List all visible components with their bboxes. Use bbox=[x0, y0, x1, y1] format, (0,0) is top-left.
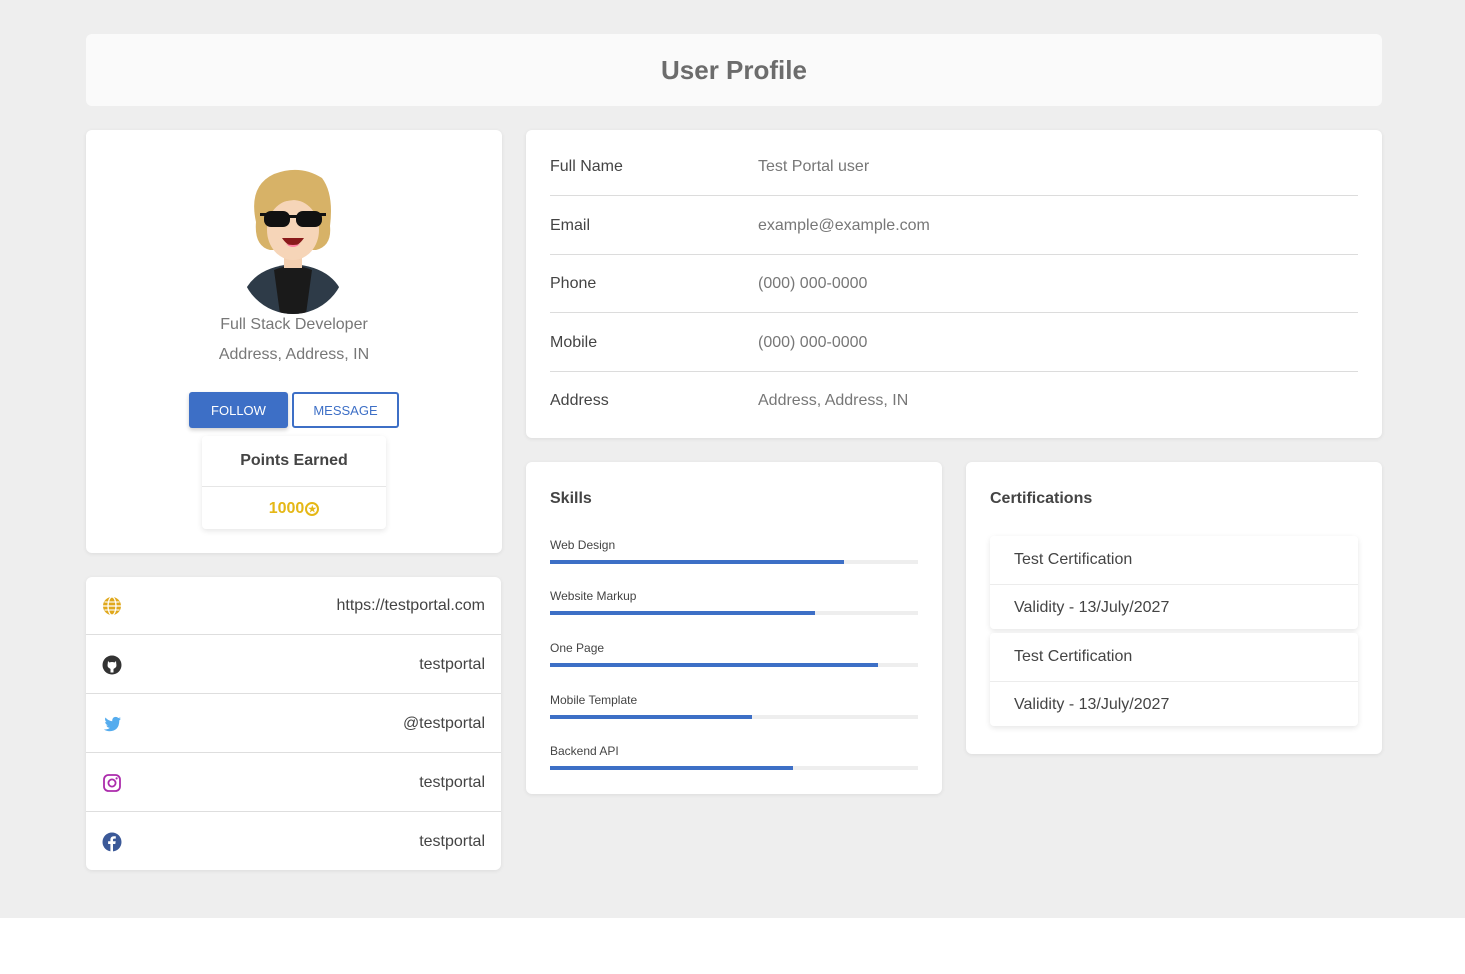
skill-progress-fill bbox=[550, 766, 793, 770]
skill-progress-track bbox=[550, 611, 918, 615]
skill-item: Mobile Template bbox=[550, 693, 918, 719]
social-row-facebook[interactable]: testportal bbox=[86, 813, 501, 871]
instagram-icon bbox=[103, 773, 121, 792]
details-card: Full Name Test Portal user Email example… bbox=[526, 130, 1382, 438]
skill-progress-track bbox=[550, 766, 918, 770]
skill-progress-fill bbox=[550, 611, 815, 615]
points-value: 1000 bbox=[268, 499, 305, 517]
detail-value: (000) 000-0000 bbox=[758, 333, 868, 351]
certification-name: Test Certification bbox=[990, 536, 1358, 585]
social-value[interactable]: https://testportal.com bbox=[336, 597, 485, 615]
detail-label: Address bbox=[550, 392, 609, 409]
follow-button[interactable]: FOLLOW bbox=[189, 392, 288, 428]
social-links-card: https://testportal.com testportal @testp… bbox=[86, 577, 501, 870]
skill-name: Mobile Template bbox=[550, 693, 638, 707]
page-title: User Profile bbox=[661, 54, 807, 85]
skill-name: Website Markup bbox=[550, 589, 637, 603]
social-value[interactable]: testportal bbox=[419, 833, 485, 851]
detail-row-address: Address Address, Address, IN bbox=[550, 372, 1358, 430]
certification-item: Test Certification Validity - 13/July/20… bbox=[990, 633, 1358, 726]
skill-name: One Page bbox=[550, 641, 605, 655]
social-row-github[interactable]: testportal bbox=[86, 636, 501, 694]
detail-row-phone: Phone (000) 000-0000 bbox=[550, 255, 1358, 313]
detail-label: Phone bbox=[550, 274, 597, 292]
skill-item: Web Design bbox=[550, 538, 918, 564]
skill-progress-track bbox=[550, 560, 918, 564]
skill-progress-track bbox=[550, 715, 918, 719]
certification-validity: Validity - 13/July/2027 bbox=[1014, 598, 1170, 616]
detail-value: example@example.com bbox=[758, 216, 930, 234]
skill-progress-fill bbox=[550, 715, 753, 719]
skills-card: Skills Web Design Website Markup One Pag… bbox=[526, 462, 942, 794]
detail-value: Address, Address, IN bbox=[758, 392, 909, 409]
detail-value: Test Portal user bbox=[758, 157, 870, 175]
social-row-website[interactable]: https://testportal.com bbox=[86, 577, 501, 635]
skill-item: Website Markup bbox=[550, 589, 918, 615]
facebook-icon bbox=[102, 832, 122, 852]
avatar bbox=[240, 169, 346, 314]
social-value[interactable]: @testportal bbox=[403, 715, 485, 733]
social-row-twitter[interactable]: @testportal bbox=[86, 695, 501, 753]
detail-row-mobile: Mobile (000) 000-0000 bbox=[550, 314, 1358, 372]
page-header: User Profile bbox=[86, 34, 1382, 106]
social-value[interactable]: testportal bbox=[419, 774, 485, 792]
detail-label: Mobile bbox=[550, 333, 598, 351]
skill-progress-fill bbox=[550, 663, 878, 667]
detail-row-full-name: Full Name Test Portal user bbox=[550, 138, 1358, 196]
profile-role: Full Stack Developer bbox=[220, 316, 368, 333]
detail-label: Email bbox=[550, 216, 591, 234]
skill-progress-track bbox=[550, 663, 918, 667]
globe-icon bbox=[103, 595, 121, 616]
points-value-row: 1000 ★ bbox=[202, 488, 386, 529]
profile-address: Address, Address, IN bbox=[218, 346, 370, 363]
skills-title: Skills bbox=[550, 490, 592, 507]
certifications-card: Certifications Test Certification Validi… bbox=[966, 462, 1382, 754]
detail-value: (000) 000-0000 bbox=[758, 274, 868, 292]
skill-item: One Page bbox=[550, 641, 918, 667]
skill-name: Backend API bbox=[550, 744, 619, 758]
detail-row-email: Email example@example.com bbox=[550, 197, 1358, 255]
message-button[interactable]: MESSAGE bbox=[292, 392, 399, 428]
points-earned-box: Points Earned 1000 ★ bbox=[202, 436, 386, 529]
points-title: Points Earned bbox=[202, 436, 386, 487]
skill-progress-fill bbox=[550, 560, 845, 564]
skill-name: Web Design bbox=[550, 538, 616, 552]
github-icon bbox=[102, 655, 122, 674]
social-row-instagram[interactable]: testportal bbox=[86, 754, 501, 812]
twitter-icon bbox=[103, 716, 121, 731]
certification-name: Test Certification bbox=[990, 633, 1358, 682]
certifications-title: Certifications bbox=[990, 490, 1093, 507]
coin-icon: ★ bbox=[305, 501, 320, 516]
detail-label: Full Name bbox=[550, 157, 623, 175]
skill-item: Backend API bbox=[550, 744, 918, 770]
social-value[interactable]: testportal bbox=[419, 656, 485, 674]
certification-item: Test Certification Validity - 13/July/20… bbox=[990, 536, 1358, 629]
certification-validity: Validity - 13/July/2027 bbox=[1014, 695, 1170, 713]
